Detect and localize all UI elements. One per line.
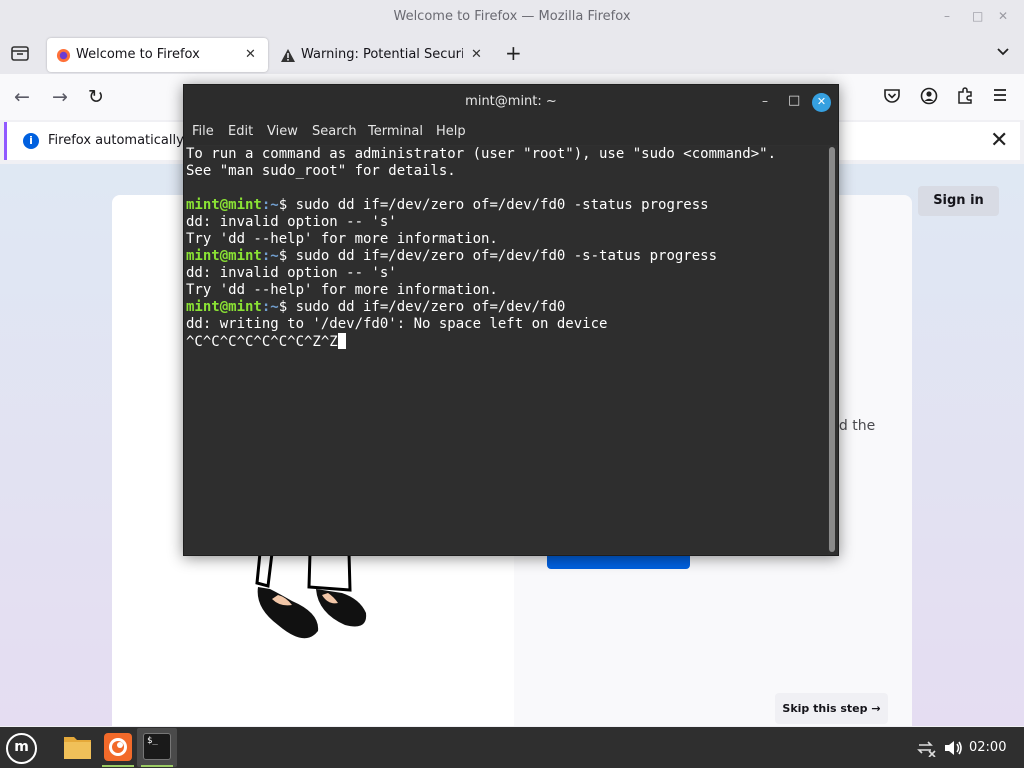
menu-help[interactable]: Help (436, 124, 466, 139)
prompt-symbol: $ (278, 197, 296, 213)
menu-file[interactable]: File (192, 124, 214, 139)
terminal-line: To run a command as administrator (user … (186, 146, 828, 163)
volume-icon[interactable] (943, 739, 963, 757)
pocket-icon[interactable] (883, 87, 901, 105)
terminal-line: dd: invalid option -- 's' (186, 214, 828, 231)
tab-warning[interactable]: Warning: Potential Security ✕ (272, 38, 492, 72)
chevron-down-icon[interactable] (995, 44, 1011, 60)
terminal-line: mint@mint:~$ sudo dd if=/dev/zero of=/de… (186, 197, 828, 214)
command-text: sudo dd if=/dev/zero of=/dev/fd0 (295, 299, 566, 315)
window-title: Welcome to Firefox — Mozilla Firefox (393, 9, 631, 24)
menu-view[interactable]: View (267, 124, 298, 139)
command-text: sudo dd if=/dev/zero of=/dev/fd0 -status… (295, 197, 709, 213)
taskbar-firefox[interactable] (98, 728, 138, 767)
taskbar: m $_ 02:00 (0, 727, 1024, 768)
skip-step-button[interactable]: Skip this step → (775, 693, 888, 724)
prompt-user: mint@mint (186, 248, 262, 264)
clock[interactable]: 02:00 (969, 740, 1006, 755)
output-text: Try 'dd --help' for more information. (186, 282, 498, 298)
menu-edit[interactable]: Edit (228, 124, 253, 139)
mint-logo-icon: m (14, 739, 29, 755)
terminal-line: See "man sudo_root" for details. (186, 163, 828, 180)
terminal-minimize-button[interactable]: – (762, 94, 768, 108)
terminal-maximize-button[interactable]: □ (788, 93, 800, 108)
terminal-line: Try 'dd --help' for more information. (186, 282, 828, 299)
minimize-button[interactable]: – (944, 9, 950, 23)
terminal-line: mint@mint:~$ sudo dd if=/dev/zero of=/de… (186, 248, 828, 265)
extensions-icon[interactable] (956, 87, 974, 105)
tab-label: Warning: Potential Security (301, 47, 463, 62)
terminal-line: dd: writing to '/dev/fd0': No space left… (186, 316, 828, 333)
terminal-title: mint@mint: ~ (465, 94, 557, 109)
firefox-view-icon (11, 46, 29, 61)
terminal-output[interactable]: To run a command as administrator (user … (184, 146, 828, 554)
close-tab-button[interactable]: ✕ (471, 47, 482, 62)
start-menu-button[interactable]: m (6, 733, 37, 764)
primary-action-button[interactable] (547, 555, 690, 569)
text-cursor (337, 333, 346, 349)
menu-terminal[interactable]: Terminal (368, 124, 423, 139)
new-tab-button[interactable]: + (505, 41, 522, 65)
taskbar-terminal[interactable]: $_ (137, 728, 177, 767)
prompt-user: mint@mint (186, 197, 262, 213)
firefox-tab-icon (56, 48, 71, 63)
terminal-menubar: File Edit View Search Terminal Help (184, 119, 838, 145)
account-icon[interactable] (920, 87, 938, 105)
sign-in-button[interactable]: Sign in (918, 186, 999, 216)
forward-button[interactable]: → (52, 86, 68, 108)
terminal-line: dd: invalid option -- 's' (186, 265, 828, 282)
firefox-titlebar: Welcome to Firefox — Mozilla Firefox – □… (0, 0, 1024, 34)
tab-label: Welcome to Firefox (76, 47, 200, 62)
prompt-symbol: $ (278, 248, 296, 264)
close-icon: ✕ (816, 95, 827, 108)
close-tab-button[interactable]: ✕ (245, 47, 256, 62)
warning-icon (281, 49, 295, 62)
folder-icon (64, 737, 91, 759)
output-text: Try 'dd --help' for more information. (186, 231, 498, 247)
command-text: sudo dd if=/dev/zero of=/dev/fd0 -s-tatu… (295, 248, 718, 264)
hamburger-menu-icon[interactable] (992, 87, 1008, 103)
terminal-scrollbar[interactable] (829, 147, 835, 552)
output-text: dd: invalid option -- 's' (186, 265, 397, 281)
terminal-icon: $_ (143, 733, 171, 760)
terminal-window[interactable]: mint@mint: ~ – □ ✕ File Edit View Search… (183, 84, 839, 556)
terminal-titlebar[interactable]: mint@mint: ~ – □ ✕ (184, 85, 838, 119)
prompt-symbol: $ (278, 299, 296, 315)
terminal-line: Try 'dd --help' for more information. (186, 231, 828, 248)
info-icon: i (23, 133, 39, 149)
menu-search[interactable]: Search (312, 124, 357, 139)
terminal-line: mint@mint:~$ sudo dd if=/dev/zero of=/de… (186, 299, 828, 316)
notification-text: Firefox automatically se (48, 133, 203, 148)
back-button[interactable]: ← (14, 86, 30, 108)
output-text: dd: invalid option -- 's' (186, 214, 397, 230)
output-text: ^C^C^C^C^C^C^C^Z^Z (186, 334, 338, 350)
close-notification-button[interactable]: ✕ (990, 128, 1008, 153)
prompt-path: :~ (261, 197, 279, 213)
output-text: dd: writing to '/dev/fd0': No space left… (186, 316, 608, 332)
terminal-close-button[interactable]: ✕ (812, 93, 831, 112)
output-text: To run a command as administrator (user … (186, 146, 777, 162)
prompt-user: mint@mint (186, 299, 262, 315)
tab-welcome[interactable]: Welcome to Firefox ✕ (47, 38, 268, 72)
output-text: See "man sudo_root" for details. (186, 163, 456, 179)
maximize-button[interactable]: □ (972, 9, 983, 23)
close-window-button[interactable]: ✕ (998, 9, 1008, 23)
terminal-line: ^C^C^C^C^C^C^C^Z^Z (186, 333, 828, 350)
cartoon-legs-illustration (255, 553, 367, 639)
prompt-path: :~ (261, 299, 279, 315)
prompt-path: :~ (261, 248, 279, 264)
network-disconnected-icon[interactable] (916, 739, 936, 757)
firefox-icon (104, 733, 132, 761)
reload-button[interactable]: ↻ (88, 86, 104, 108)
firefox-view-button[interactable] (10, 43, 30, 63)
taskbar-files[interactable] (57, 728, 97, 767)
